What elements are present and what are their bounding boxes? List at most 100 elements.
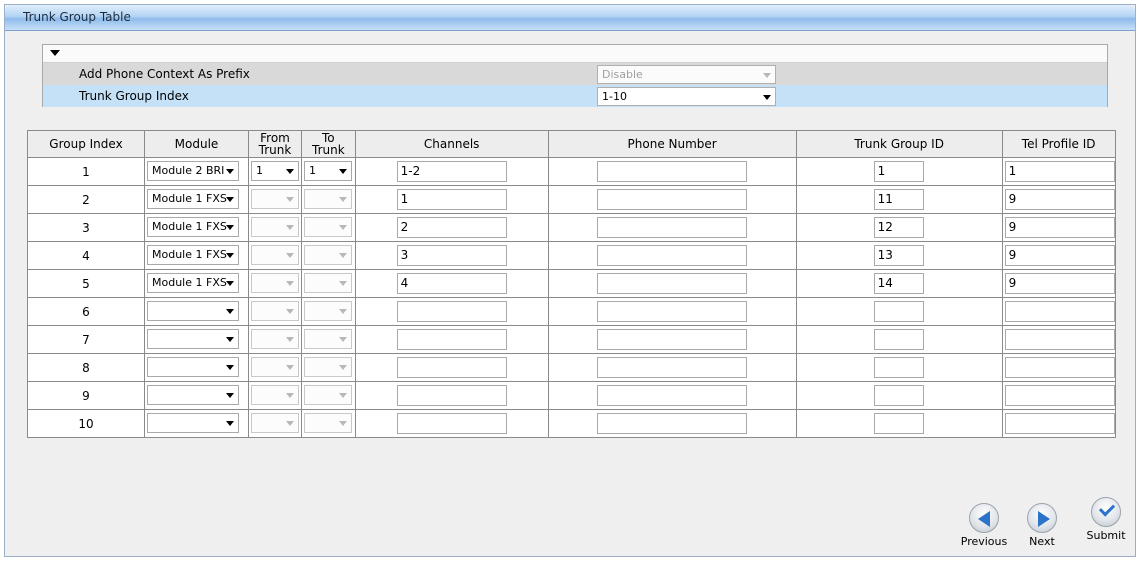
tel-profile-id-input[interactable] — [1004, 385, 1115, 406]
module-select[interactable] — [147, 385, 239, 405]
to-trunk-select[interactable] — [304, 357, 352, 377]
channels-input[interactable] — [396, 301, 507, 322]
chevron-down-icon[interactable] — [339, 365, 347, 370]
module-select[interactable] — [147, 329, 239, 349]
phone-number-input[interactable] — [596, 301, 747, 322]
collapse-arrow-icon[interactable] — [50, 50, 60, 56]
tel-profile-id-input[interactable]: 9 — [1004, 245, 1115, 266]
from-trunk-select[interactable] — [251, 273, 299, 293]
to-trunk-select[interactable] — [304, 217, 352, 237]
chevron-down-icon[interactable] — [286, 253, 294, 258]
tel-profile-id-input[interactable]: 1 — [1004, 161, 1115, 182]
channels-input[interactable] — [396, 385, 507, 406]
chevron-down-icon[interactable] — [339, 253, 347, 258]
tel-profile-id-input[interactable] — [1004, 413, 1115, 434]
module-select[interactable]: Module 2 BRI — [147, 161, 239, 181]
chevron-down-icon[interactable] — [226, 337, 234, 342]
chevron-down-icon[interactable] — [226, 253, 234, 258]
to-trunk-select[interactable] — [304, 413, 352, 433]
previous-arrow-icon[interactable] — [969, 503, 999, 533]
chevron-down-icon[interactable] — [286, 281, 294, 286]
chevron-down-icon[interactable] — [339, 309, 347, 314]
channels-input[interactable]: 4 — [396, 273, 507, 294]
from-trunk-select[interactable]: 1 — [251, 161, 299, 181]
phone-number-input[interactable] — [596, 161, 747, 182]
submit-button[interactable]: Submit — [1083, 497, 1129, 542]
trunk-group-id-input[interactable]: 14 — [873, 273, 924, 294]
channels-input[interactable]: 3 — [396, 245, 507, 266]
tel-profile-id-input[interactable] — [1004, 301, 1115, 322]
chevron-down-icon[interactable] — [226, 281, 234, 286]
chevron-down-icon[interactable] — [226, 309, 234, 314]
tel-profile-id-input[interactable]: 9 — [1004, 217, 1115, 238]
trunk-group-id-input[interactable] — [873, 329, 924, 350]
next-button[interactable]: Next — [1020, 503, 1064, 548]
collapse-toggle[interactable] — [43, 45, 1107, 63]
module-select[interactable] — [147, 357, 239, 377]
channels-input[interactable]: 1-2 — [396, 161, 507, 182]
trunk-group-id-input[interactable]: 12 — [873, 217, 924, 238]
chevron-down-icon[interactable] — [286, 365, 294, 370]
phone-number-input[interactable] — [596, 217, 747, 238]
channels-input[interactable] — [396, 413, 507, 434]
phone-number-input[interactable] — [596, 357, 747, 378]
trunk-group-id-input[interactable] — [873, 413, 924, 434]
checkmark-icon[interactable] — [1091, 497, 1121, 527]
from-trunk-select[interactable] — [251, 217, 299, 237]
to-trunk-select[interactable] — [304, 273, 352, 293]
chevron-down-icon[interactable] — [286, 225, 294, 230]
trunk-group-id-input[interactable] — [873, 301, 924, 322]
trunk-group-index-select[interactable]: 1-10 — [597, 87, 776, 106]
trunk-group-id-input[interactable] — [873, 357, 924, 378]
to-trunk-select[interactable] — [304, 189, 352, 209]
module-select[interactable] — [147, 301, 239, 321]
to-trunk-select[interactable] — [304, 245, 352, 265]
module-select[interactable]: Module 1 FXS — [147, 217, 239, 237]
chevron-down-icon[interactable] — [763, 95, 771, 100]
trunk-group-id-input[interactable]: 13 — [873, 245, 924, 266]
to-trunk-select[interactable] — [304, 301, 352, 321]
chevron-down-icon[interactable] — [339, 281, 347, 286]
to-trunk-select[interactable] — [304, 329, 352, 349]
chevron-down-icon[interactable] — [339, 337, 347, 342]
phone-number-input[interactable] — [596, 273, 747, 294]
from-trunk-select[interactable] — [251, 189, 299, 209]
chevron-down-icon[interactable] — [226, 365, 234, 370]
chevron-down-icon[interactable] — [339, 197, 347, 202]
previous-button[interactable]: Previous — [957, 503, 1011, 548]
chevron-down-icon[interactable] — [286, 421, 294, 426]
chevron-down-icon[interactable] — [286, 169, 294, 174]
channels-input[interactable] — [396, 357, 507, 378]
from-trunk-select[interactable] — [251, 329, 299, 349]
chevron-down-icon[interactable] — [286, 393, 294, 398]
chevron-down-icon[interactable] — [339, 393, 347, 398]
from-trunk-select[interactable] — [251, 301, 299, 321]
phone-number-input[interactable] — [596, 245, 747, 266]
from-trunk-select[interactable] — [251, 245, 299, 265]
module-select[interactable]: Module 1 FXS — [147, 245, 239, 265]
channels-input[interactable]: 1 — [396, 189, 507, 210]
trunk-group-id-input[interactable]: 11 — [873, 189, 924, 210]
module-select[interactable]: Module 1 FXS — [147, 273, 239, 293]
channels-input[interactable]: 2 — [396, 217, 507, 238]
module-select[interactable]: Module 1 FXS — [147, 189, 239, 209]
tel-profile-id-input[interactable] — [1004, 329, 1115, 350]
chevron-down-icon[interactable] — [339, 421, 347, 426]
next-arrow-icon[interactable] — [1027, 503, 1057, 533]
to-trunk-select[interactable] — [304, 385, 352, 405]
phone-number-input[interactable] — [596, 385, 747, 406]
from-trunk-select[interactable] — [251, 357, 299, 377]
chevron-down-icon[interactable] — [226, 393, 234, 398]
chevron-down-icon[interactable] — [286, 309, 294, 314]
from-trunk-select[interactable] — [251, 413, 299, 433]
chevron-down-icon[interactable] — [286, 197, 294, 202]
module-select[interactable] — [147, 413, 239, 433]
phone-number-input[interactable] — [596, 329, 747, 350]
chevron-down-icon[interactable] — [226, 197, 234, 202]
phone-number-input[interactable] — [596, 189, 747, 210]
chevron-down-icon[interactable] — [226, 169, 234, 174]
trunk-group-id-input[interactable]: 1 — [873, 161, 924, 182]
phone-number-input[interactable] — [596, 413, 747, 434]
tel-profile-id-input[interactable]: 9 — [1004, 273, 1115, 294]
from-trunk-select[interactable] — [251, 385, 299, 405]
